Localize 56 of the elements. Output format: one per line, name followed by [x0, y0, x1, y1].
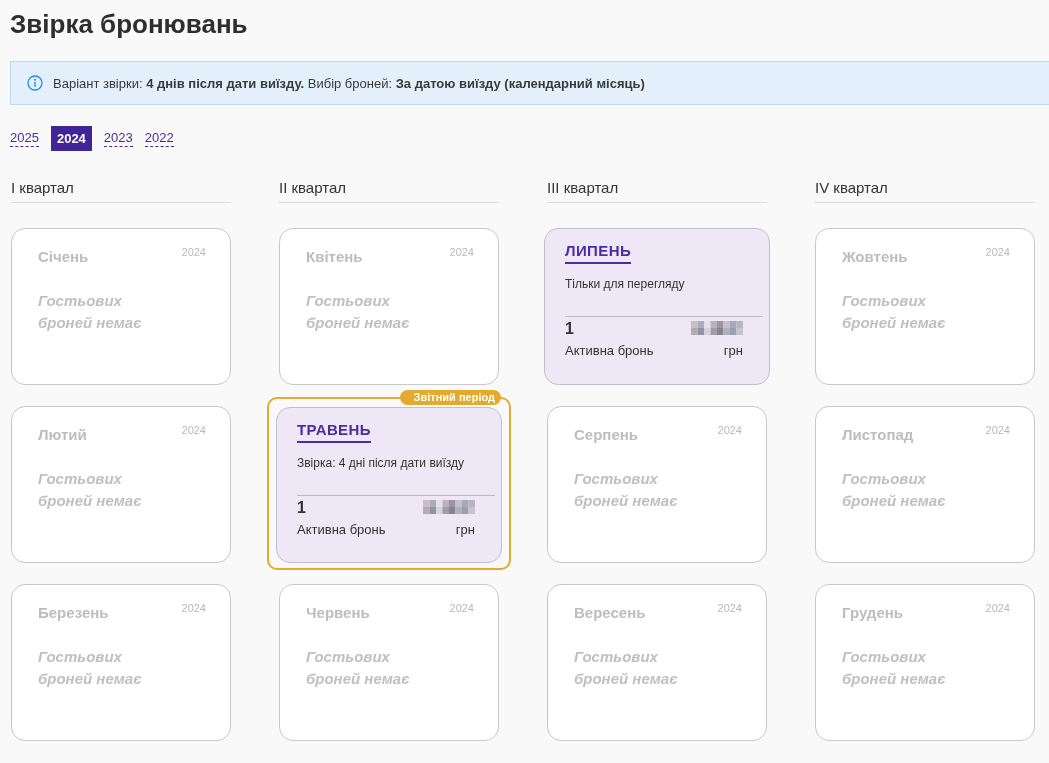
month-name: Серпень — [574, 425, 639, 445]
currency-label: грн — [723, 342, 743, 360]
card-year: 2024 — [449, 245, 474, 259]
card-note: Звірка: 4 дні після дати виїзду — [297, 455, 466, 471]
reporting-period-badge: Звітний період — [399, 390, 501, 405]
card-note: Тільки для перегляду — [565, 276, 686, 292]
quarter-heading: IV квартал — [815, 178, 1035, 203]
month-name: Грудень — [842, 603, 903, 623]
card-year: 2024 — [985, 245, 1010, 259]
month-name: Жовтень — [842, 247, 908, 267]
card-year: 2024 — [717, 601, 742, 615]
year-tab[interactable]: 2024 — [50, 125, 92, 151]
empty-message: Гостьових броней немає — [842, 647, 947, 689]
quarter-heading: I квартал — [11, 178, 231, 203]
month-name: Листопад — [842, 425, 914, 445]
month-name: Квітень — [306, 247, 363, 267]
booking-count-label: Активна бронь — [565, 342, 654, 360]
currency-label: грн — [455, 521, 475, 539]
empty-message: Гостьових броней немає — [842, 291, 947, 333]
booking-count-label: Активна бронь — [297, 521, 386, 539]
month-name: Червень — [306, 603, 370, 623]
month-name: Січень — [38, 247, 89, 267]
month-name: Березень — [38, 603, 109, 623]
empty-message: Гостьових броней немає — [842, 469, 947, 511]
quarter-heading: III квартал — [547, 178, 767, 203]
month-card[interactable]: ЛИПЕНЬ Тільки для перегляду 1 Активна бронь грн — [544, 228, 770, 385]
month-name: Лютий — [38, 425, 87, 445]
card-year: 2024 — [985, 423, 1010, 437]
card-year: 2024 — [181, 601, 206, 615]
card-year: 2024 — [985, 601, 1010, 615]
year-tab[interactable]: 2022 — [144, 129, 174, 147]
empty-message: Гостьових броней немає — [574, 647, 679, 689]
booking-count: 1 — [565, 319, 574, 339]
pixelated-amount — [691, 321, 743, 335]
card-year: 2024 — [181, 423, 206, 437]
month-link[interactable]: ЛИПЕНЬ — [565, 241, 632, 264]
card-year: 2024 — [449, 601, 474, 615]
month-name: Вересень — [574, 603, 646, 623]
page-title: Звірка бронювань — [10, 8, 248, 40]
year-tab[interactable]: 2025 — [10, 129, 39, 147]
empty-message: Гостьових броней немає — [38, 291, 143, 333]
pixelated-amount — [423, 500, 475, 514]
card-year: 2024 — [717, 423, 742, 437]
banner-text: Варіант звірки: 4 днів після дати виїзду. Вибір броней: За датою виїзду (календарний місяць) — [53, 75, 645, 91]
card-year: 2024 — [181, 245, 206, 259]
empty-message: Гостьових броней немає — [574, 469, 679, 511]
info-icon — [27, 75, 43, 91]
quarter-heading: II квартал — [279, 178, 499, 203]
year-tab[interactable]: 2023 — [103, 129, 133, 147]
empty-message: Гостьових броней немає — [38, 647, 143, 689]
booking-count: 1 — [297, 498, 306, 518]
month-card[interactable]: ТРАВЕНЬ Звірка: 4 дні після дати виїзду 1 Активна бронь грн — [276, 407, 502, 563]
empty-message: Гостьових броней немає — [306, 291, 411, 333]
empty-message: Гостьових броней немає — [306, 647, 411, 689]
empty-message: Гостьових броней немає — [38, 469, 143, 511]
month-link[interactable]: ТРАВЕНЬ — [297, 420, 371, 443]
